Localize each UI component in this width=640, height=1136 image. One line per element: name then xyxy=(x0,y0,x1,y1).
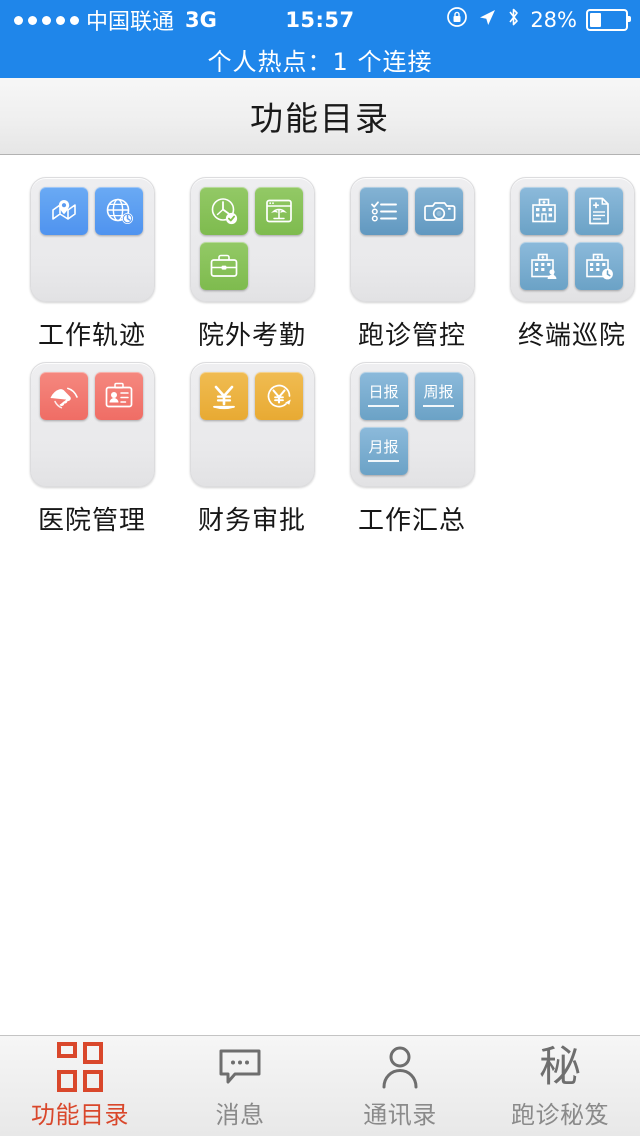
camera-icon[interactable] xyxy=(414,187,463,235)
navigation-bar: 功能目录 xyxy=(0,78,640,155)
folder-label: 院外考勤 xyxy=(197,321,306,351)
folder-terminal-inspection[interactable]: 终端巡院 xyxy=(504,177,640,352)
folder-work-track[interactable]: 工作轨迹 xyxy=(24,177,160,352)
weekly-report-label: 周报 xyxy=(423,385,454,407)
tab-visit-tips[interactable]: 秘 跑诊秘笈 xyxy=(480,1036,640,1136)
id-card-icon[interactable] xyxy=(94,372,143,420)
tab-label: 功能目录 xyxy=(31,1100,129,1129)
hospital-person-icon[interactable] xyxy=(519,242,568,290)
folder-icon-container[interactable] xyxy=(509,177,635,302)
tab-label: 通讯录 xyxy=(363,1100,437,1129)
folder-icon-container[interactable] xyxy=(29,177,155,302)
daily-report-label: 日报 xyxy=(368,385,399,407)
folder-finance-approval[interactable]: 财务审批 xyxy=(184,362,320,537)
folder-label: 终端巡院 xyxy=(517,321,626,351)
daily-report-icon[interactable]: 日报 xyxy=(359,372,408,420)
folder-label: 财务审批 xyxy=(197,506,306,536)
folder-label: 工作汇总 xyxy=(357,506,466,536)
chat-bubble-icon xyxy=(217,1043,263,1091)
folder-grid: 工作轨迹 院外考勤 跑诊管控 终端巡院 医院管理 财务审批 日报 周报 月报 工… xyxy=(0,155,640,1035)
folder-label: 工作轨迹 xyxy=(37,321,146,351)
weekly-report-icon[interactable]: 周报 xyxy=(414,372,463,420)
folder-row: 工作轨迹 院外考勤 跑诊管控 终端巡院 xyxy=(0,177,640,362)
folder-icon-container[interactable] xyxy=(189,177,315,302)
mi-character-icon: 秘 xyxy=(539,1043,581,1091)
folder-hospital-management[interactable]: 医院管理 xyxy=(24,362,160,537)
folder-label: 医院管理 xyxy=(37,506,146,536)
tab-bar: 功能目录 消息 通讯录 秘 跑诊秘笈 xyxy=(0,1035,640,1136)
yuan-payment-icon[interactable] xyxy=(199,372,248,420)
monthly-report-label: 月报 xyxy=(368,440,399,462)
folder-icon-container[interactable] xyxy=(349,177,475,302)
folder-visit-control[interactable]: 跑诊管控 xyxy=(344,177,480,352)
hospital-icon[interactable] xyxy=(519,187,568,235)
status-bar: 中国联通 3G 15:57 28% xyxy=(0,0,640,40)
grid-icon xyxy=(57,1041,103,1092)
folder-row: 医院管理 财务审批 日报 周报 月报 工作汇总 xyxy=(0,362,640,547)
personal-hotspot-banner[interactable]: 个人热点：1 个连接 xyxy=(0,40,640,78)
folder-offsite-attendance[interactable]: 院外考勤 xyxy=(184,177,320,352)
tab-messages[interactable]: 消息 xyxy=(160,1036,320,1136)
window-palm-icon[interactable] xyxy=(254,187,303,235)
folder-icon-container[interactable]: 日报 周报 月报 xyxy=(349,362,475,487)
folder-icon-container[interactable] xyxy=(189,362,315,487)
globe-clock-icon[interactable] xyxy=(94,187,143,235)
tab-label: 消息 xyxy=(215,1100,265,1129)
briefcase-icon[interactable] xyxy=(199,242,248,290)
clock-check-icon[interactable] xyxy=(199,187,248,235)
mi-glyph: 秘 xyxy=(538,1041,581,1091)
battery-icon xyxy=(586,9,631,31)
app-screen: 中国联通 3G 15:57 28% 个人热点：1 个连接 功能目录 工作轨迹 院… xyxy=(0,0,640,1136)
page-title: 功能目录 xyxy=(250,99,390,138)
folder-work-summary[interactable]: 日报 周报 月报 工作汇总 xyxy=(344,362,480,537)
hospital-clock-icon[interactable] xyxy=(574,242,623,290)
tab-contacts[interactable]: 通讯录 xyxy=(320,1036,480,1136)
medical-document-icon[interactable] xyxy=(574,187,623,235)
handshake-icon[interactable] xyxy=(39,372,88,420)
person-icon xyxy=(377,1043,423,1091)
map-pin-icon[interactable] xyxy=(39,187,88,235)
checklist-icon[interactable] xyxy=(359,187,408,235)
yuan-refund-icon[interactable] xyxy=(254,372,303,420)
monthly-report-icon[interactable]: 月报 xyxy=(359,427,408,475)
tab-label: 跑诊秘笈 xyxy=(511,1100,609,1129)
folder-icon-container[interactable] xyxy=(29,362,155,487)
clock-label: 15:57 xyxy=(285,8,355,32)
tab-function-catalog[interactable]: 功能目录 xyxy=(0,1036,160,1136)
folder-label: 跑诊管控 xyxy=(357,321,466,351)
